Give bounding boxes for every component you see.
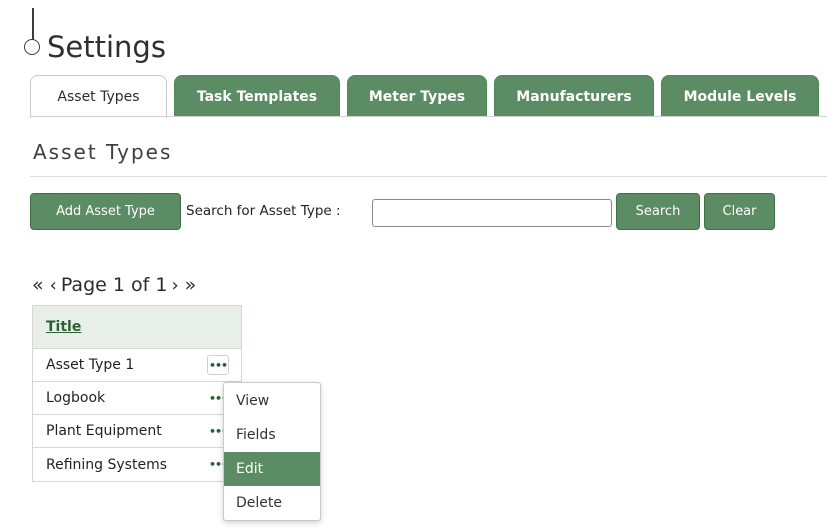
tab-module-levels[interactable]: Module Levels [661, 75, 819, 117]
tab-manufacturers[interactable]: Manufacturers [494, 75, 654, 117]
prev-page-icon[interactable]: ‹ [50, 275, 57, 296]
table-row: Refining Systems ••• [33, 448, 241, 481]
menu-item-fields[interactable]: Fields [224, 418, 320, 452]
menu-item-edit[interactable]: Edit [224, 452, 320, 486]
row-actions-ellipsis-icon[interactable]: ••• [207, 355, 229, 375]
first-page-icon[interactable]: « [32, 274, 44, 296]
table-row: Logbook ••• [33, 382, 241, 415]
table-row: Plant Equipment ••• [33, 415, 241, 448]
row-title: Plant Equipment [46, 423, 162, 439]
clear-button[interactable]: Clear [704, 193, 775, 230]
tabs-divider [30, 116, 827, 117]
add-asset-type-button[interactable]: Add Asset Type [30, 193, 181, 230]
search-button[interactable]: Search [616, 193, 700, 230]
row-title: Logbook [46, 390, 106, 406]
tab-meter-types[interactable]: Meter Types [347, 75, 487, 117]
table-row: Asset Type 1 ••• [33, 349, 241, 382]
section-heading: Asset Types [33, 140, 173, 164]
page-title: Settings [47, 30, 166, 64]
row-title: Asset Type 1 [46, 357, 135, 373]
timeline-node-icon [24, 39, 40, 55]
tab-asset-types[interactable]: Asset Types [30, 75, 167, 118]
tab-task-templates[interactable]: Task Templates [174, 75, 340, 117]
next-page-icon[interactable]: › [171, 275, 178, 296]
table-header: Title [33, 306, 241, 349]
page-indicator: Page 1 of 1 [60, 274, 168, 296]
asset-types-table: Title Asset Type 1 ••• Logbook ••• Plant… [32, 305, 242, 482]
row-title: Refining Systems [46, 456, 168, 473]
timeline-line [32, 8, 34, 40]
menu-item-delete[interactable]: Delete [224, 486, 320, 520]
menu-item-view[interactable]: View [224, 384, 320, 418]
pagination: « ‹ Page 1 of 1 › » [30, 271, 198, 299]
search-input[interactable] [372, 199, 612, 227]
last-page-icon[interactable]: » [185, 274, 197, 296]
section-divider [30, 176, 827, 177]
title-column-header[interactable]: Title [46, 319, 81, 335]
row-context-menu: View Fields Edit Delete [223, 382, 321, 521]
search-label: Search for Asset Type : [186, 203, 341, 219]
